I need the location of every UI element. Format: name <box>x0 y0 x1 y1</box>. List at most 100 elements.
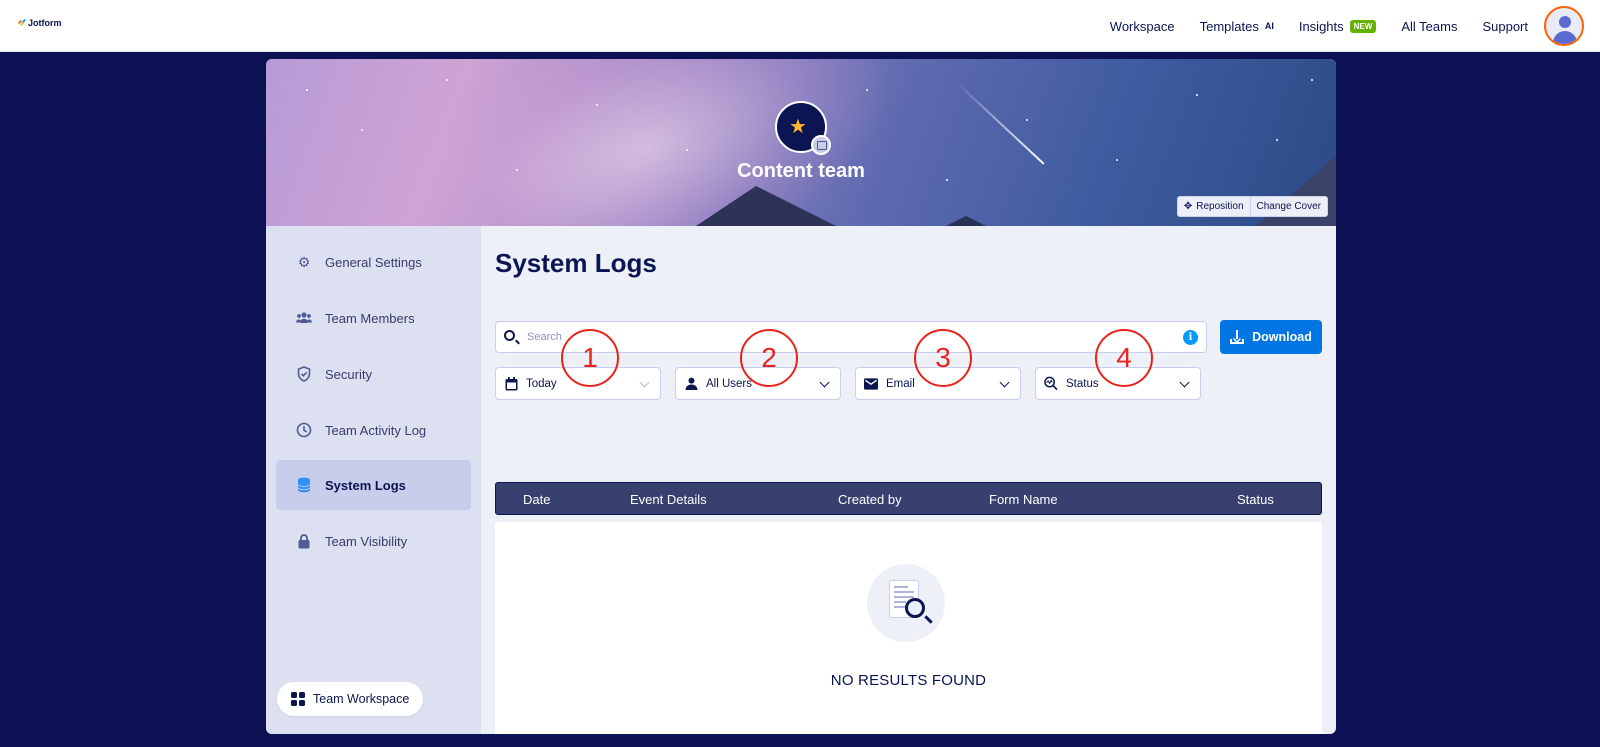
sidebar-item-team-activity-log[interactable]: Team Activity Log <box>276 405 471 455</box>
cover-mountain <box>946 216 986 226</box>
nav-all-teams-label: All Teams <box>1401 18 1458 34</box>
avatar-body-shape <box>1553 31 1577 44</box>
chevron-down-icon <box>999 377 1010 388</box>
users-filter-value: All Users <box>706 377 753 390</box>
nav-workspace-label: Workspace <box>1109 18 1175 34</box>
logs-table-body: NO RESULTS FOUND <box>495 522 1322 734</box>
cover-star <box>1276 139 1278 141</box>
grid-icon <box>291 692 305 706</box>
nav-templates[interactable]: Templates AI <box>1200 19 1274 34</box>
cover-star <box>686 149 688 151</box>
cover-star <box>306 89 308 91</box>
nav-support-label: Support <box>1482 18 1528 34</box>
annotation-marker: 4 <box>1095 329 1153 387</box>
calendar-icon <box>504 376 518 391</box>
sidebar-item-general-settings[interactable]: ⚙ General Settings <box>276 237 471 287</box>
shooting-star-icon: ★ <box>789 116 807 138</box>
change-cover-label: Change Cover <box>1256 201 1321 212</box>
change-avatar-icon[interactable] <box>811 135 831 155</box>
type-filter-value: Email <box>886 377 915 390</box>
cover-mountain <box>696 186 836 226</box>
cover-actions: ✥ Reposition Change Cover <box>1176 196 1328 217</box>
team-workspace-label: Team Workspace <box>313 692 410 706</box>
sidebar-item-label: System Logs <box>325 477 406 493</box>
nav-insights-label: Insights <box>1298 18 1344 34</box>
sidebar-item-security[interactable]: Security <box>276 349 471 399</box>
nav-links: Workspace Templates AI Insights NEW All … <box>1110 0 1600 52</box>
info-icon[interactable]: i <box>1183 330 1198 345</box>
sidebar-item-label: Security <box>325 366 372 382</box>
annotation-marker: 2 <box>740 329 798 387</box>
column-header-date[interactable]: Date <box>523 492 550 507</box>
lock-icon <box>296 533 312 549</box>
team-cover: ★ Content team ✥ Reposition Change Cover <box>266 59 1336 226</box>
chevron-down-icon <box>639 377 650 388</box>
nav-templates-label: Templates <box>1199 18 1259 34</box>
sidebar-item-team-visibility[interactable]: Team Visibility <box>276 516 471 566</box>
download-icon <box>1230 330 1245 344</box>
annotation-marker: 3 <box>914 329 972 387</box>
jotform-logo[interactable]: Jotform <box>17 18 62 28</box>
column-header-created-by[interactable]: Created by <box>838 492 902 507</box>
empty-state-message: NO RESULTS FOUND <box>830 672 987 689</box>
document-search-icon <box>867 564 945 642</box>
date-filter-value: Today <box>526 377 557 390</box>
cover-star <box>446 79 448 81</box>
team-name: Content team <box>737 160 865 182</box>
avatar-head-shape <box>1559 16 1571 28</box>
column-header-form-name[interactable]: Form Name <box>989 492 1058 507</box>
envelope-icon <box>864 377 878 391</box>
cover-star <box>1026 119 1028 121</box>
team-settings-card: ★ Content team ✥ Reposition Change Cover… <box>266 59 1336 734</box>
gear-icon: ⚙ <box>297 253 311 270</box>
database-icon <box>296 477 312 493</box>
team-workspace-button[interactable]: Team Workspace <box>277 682 424 716</box>
top-navbar: Jotform Workspace Templates AI Insights … <box>0 0 1600 52</box>
nav-all-teams[interactable]: All Teams <box>1401 19 1457 34</box>
user-avatar[interactable] <box>1544 6 1584 46</box>
reposition-button[interactable]: ✥ Reposition <box>1176 196 1251 217</box>
logo-text: Jotform <box>28 18 62 28</box>
cover-star <box>866 89 868 91</box>
team-avatar[interactable]: ★ <box>775 101 831 155</box>
users-icon <box>296 310 312 326</box>
cover-star <box>361 129 363 131</box>
cover-star <box>1311 79 1313 81</box>
chevron-down-icon <box>819 377 830 388</box>
logs-table-header: Date Event Details Created by Form Name … <box>495 482 1322 515</box>
download-button[interactable]: Download <box>1220 320 1322 354</box>
page-title: System Logs <box>495 248 657 278</box>
nav-support[interactable]: Support <box>1482 19 1528 34</box>
ai-badge: AI <box>1264 21 1274 31</box>
download-label: Download <box>1252 330 1312 344</box>
search-icon <box>504 330 515 341</box>
change-cover-button[interactable]: Change Cover <box>1250 196 1328 217</box>
move-icon: ✥ <box>1183 201 1193 212</box>
nav-insights[interactable]: Insights NEW <box>1298 18 1377 34</box>
reposition-label: Reposition <box>1196 201 1244 212</box>
sidebar-item-label: General Settings <box>325 254 422 270</box>
user-icon <box>684 377 698 391</box>
cover-meteor <box>955 81 1045 165</box>
sidebar-item-label: Team Activity Log <box>325 422 427 438</box>
cover-star <box>596 104 598 106</box>
column-header-status[interactable]: Status <box>1237 492 1274 507</box>
settings-sidebar: ⚙ General Settings Team Members Security… <box>266 226 481 734</box>
sidebar-item-team-members[interactable]: Team Members <box>276 293 471 343</box>
column-header-event-details[interactable]: Event Details <box>630 492 707 507</box>
status-filter-value: Status <box>1066 377 1099 390</box>
new-badge: NEW <box>1349 19 1377 33</box>
cover-star <box>1196 94 1198 96</box>
system-logs-panel: System Logs i Download Today All Users <box>481 226 1336 734</box>
nav-workspace[interactable]: Workspace <box>1110 19 1175 34</box>
magnifier-shape <box>905 598 925 618</box>
status-search-icon <box>1044 376 1058 391</box>
cover-nebula <box>357 59 935 226</box>
sidebar-item-label: Team Visibility <box>325 533 408 549</box>
chevron-down-icon <box>1179 377 1190 388</box>
jotform-logo-icon <box>17 18 27 27</box>
clock-icon <box>296 422 312 438</box>
annotation-marker: 1 <box>561 329 619 387</box>
shield-icon <box>296 366 312 382</box>
sidebar-item-system-logs[interactable]: System Logs <box>276 460 471 510</box>
